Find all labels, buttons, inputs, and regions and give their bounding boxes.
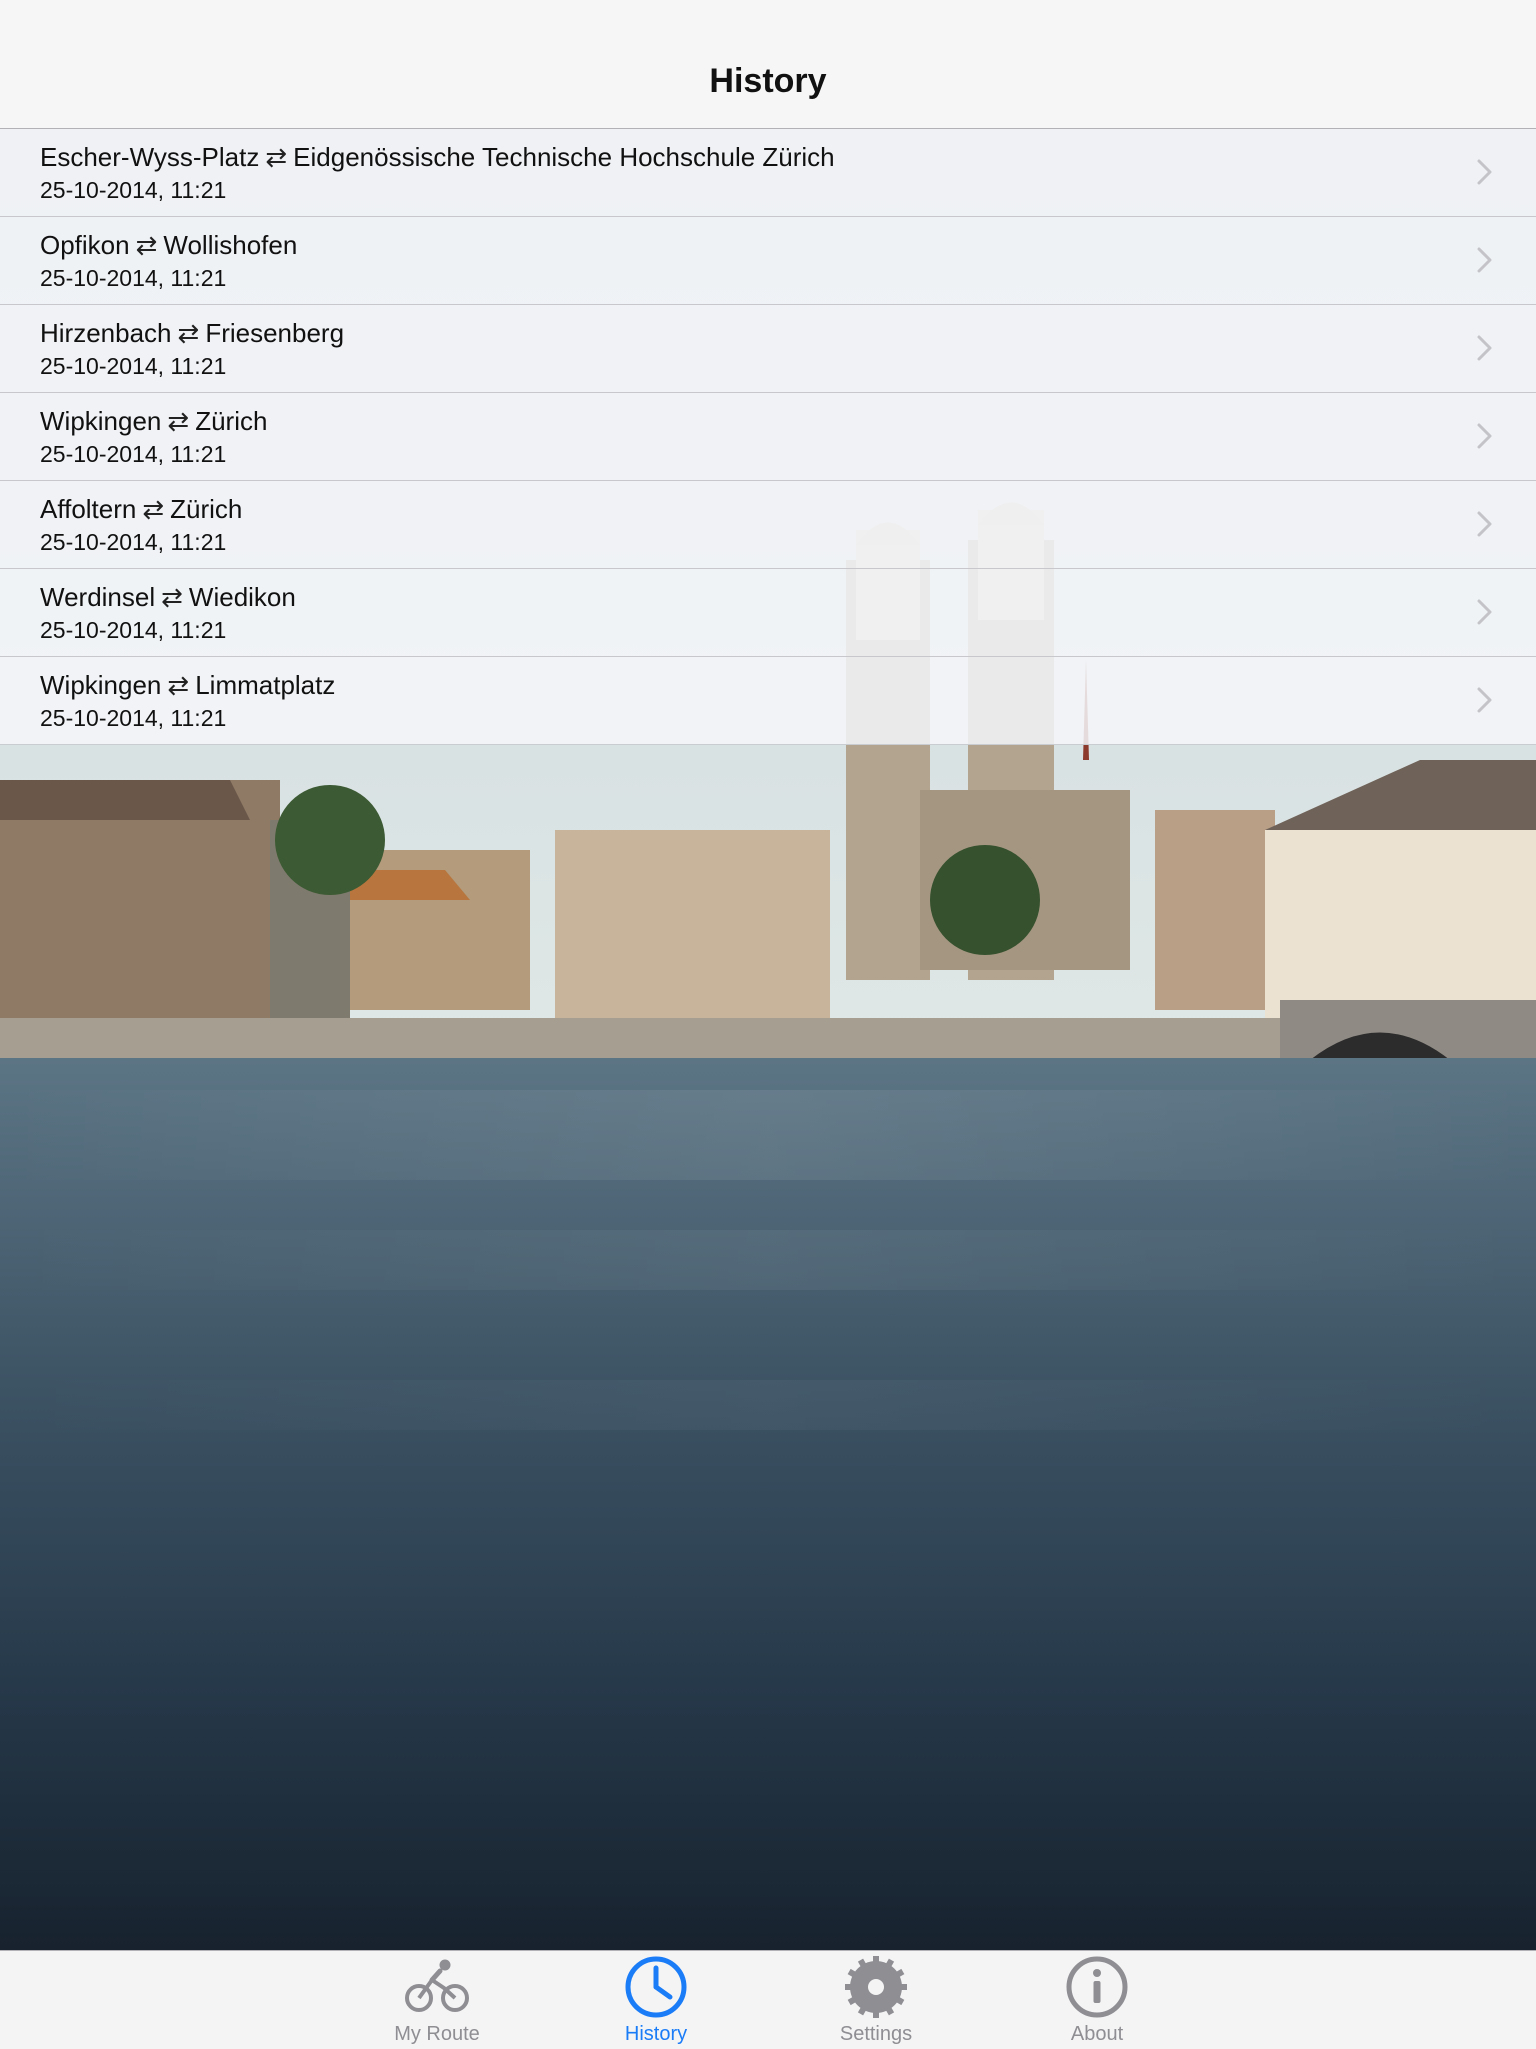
route-to: Wollishofen [163, 230, 298, 260]
history-list: Escher-Wyss-Platz ⇄ Eidgenössische Technis… [0, 129, 1536, 745]
tab-label: About [1070, 2023, 1124, 2045]
route-from: Werdinsel [40, 582, 156, 612]
route-date: 25-10-2014, 11:21 [40, 353, 227, 379]
route-to: Eidgenössische Technische Hochschule Zür… [293, 142, 835, 172]
tab-label: Settings [839, 2023, 913, 2045]
route-label: Wipkingen ⇄ Zürich [40, 406, 267, 437]
history-row-6[interactable]: Werdinsel ⇄ Wiedikon 25-10-2014, 11:21 [0, 569, 1536, 657]
route-date: 25-10-2014, 11:21 [40, 705, 227, 731]
route-label: Affoltern ⇄ Zürich [40, 494, 242, 525]
page-title: History [709, 62, 827, 100]
swap-arrows-icon: ⇄ [177, 318, 200, 348]
route-from: Affoltern [40, 494, 137, 524]
route-to: Zürich [195, 406, 268, 436]
history-row-5[interactable]: Affoltern ⇄ Zürich 25-10-2014, 11:21 [0, 481, 1536, 569]
route-to: Zürich [170, 494, 243, 524]
tab-settings[interactable]: Settings [801, 1951, 951, 2049]
swap-arrows-icon: ⇄ [167, 406, 190, 436]
route-from: Escher-Wyss-Platz [40, 142, 260, 172]
history-row-1[interactable]: Escher-Wyss-Platz ⇄ Eidgenössische Technis… [0, 129, 1536, 217]
chevron-right-icon [1477, 247, 1492, 273]
route-to: Friesenberg [205, 318, 345, 348]
route-label: Opfikon ⇄ Wollishofen [40, 230, 297, 261]
route-date: 25-10-2014, 11:21 [40, 529, 227, 555]
tab-label: My Route [394, 2023, 480, 2045]
route-from: Hirzenbach [40, 318, 172, 348]
tab-my-route[interactable]: My Route [362, 1951, 512, 2049]
route-date: 25-10-2014, 11:21 [40, 617, 227, 643]
history-row-4[interactable]: Wipkingen ⇄ Zürich 25-10-2014, 11:21 [0, 393, 1536, 481]
route-from: Wipkingen [40, 406, 162, 436]
history-row-3[interactable]: Hirzenbach ⇄ Friesenberg 25-10-2014, 11:21 [0, 305, 1536, 393]
route-label: Werdinsel ⇄ Wiedikon [40, 582, 296, 613]
route-date: 25-10-2014, 11:21 [40, 265, 227, 291]
route-label: Escher-Wyss-Platz ⇄ Eidgenössische Technis… [40, 142, 835, 173]
swap-arrows-icon: ⇄ [142, 494, 165, 524]
swap-arrows-icon: ⇄ [265, 142, 288, 172]
info-icon [1066, 1956, 1128, 2018]
route-date: 25-10-2014, 11:21 [40, 441, 227, 467]
chevron-right-icon [1477, 335, 1492, 361]
route-date: 25-10-2014, 11:21 [40, 177, 227, 203]
chevron-right-icon [1477, 159, 1492, 185]
route-to: Limmatplatz [195, 670, 336, 700]
chevron-right-icon [1477, 423, 1492, 449]
tab-history[interactable]: History [581, 1951, 731, 2049]
route-label: Hirzenbach ⇄ Friesenberg [40, 318, 344, 349]
swap-arrows-icon: ⇄ [167, 670, 190, 700]
history-row-7[interactable]: Wipkingen ⇄ Limmatplatz 25-10-2014, 11:21 [0, 657, 1536, 745]
tab-label: History [624, 2023, 688, 2045]
route-from: Wipkingen [40, 670, 162, 700]
navigation-bar: History [0, 0, 1536, 129]
route-label: Wipkingen ⇄ Limmatplatz [40, 670, 335, 701]
gear-icon [845, 1956, 907, 2018]
bicycle-icon [405, 1959, 469, 2012]
route-to: Wiedikon [188, 582, 296, 612]
swap-arrows-icon: ⇄ [135, 230, 158, 260]
clock-icon [625, 1956, 687, 2018]
swap-arrows-icon: ⇄ [161, 582, 183, 612]
tab-about[interactable]: About [1022, 1951, 1172, 2049]
chevron-right-icon [1477, 511, 1492, 537]
history-row-2[interactable]: Opfikon ⇄ Wollishofen 25-10-2014, 11:21 [0, 217, 1536, 305]
route-from: Opfikon [40, 230, 130, 260]
chevron-right-icon [1477, 687, 1492, 713]
tab-bar: My Route History Settings About [0, 1950, 1536, 2049]
chevron-right-icon [1477, 599, 1492, 625]
